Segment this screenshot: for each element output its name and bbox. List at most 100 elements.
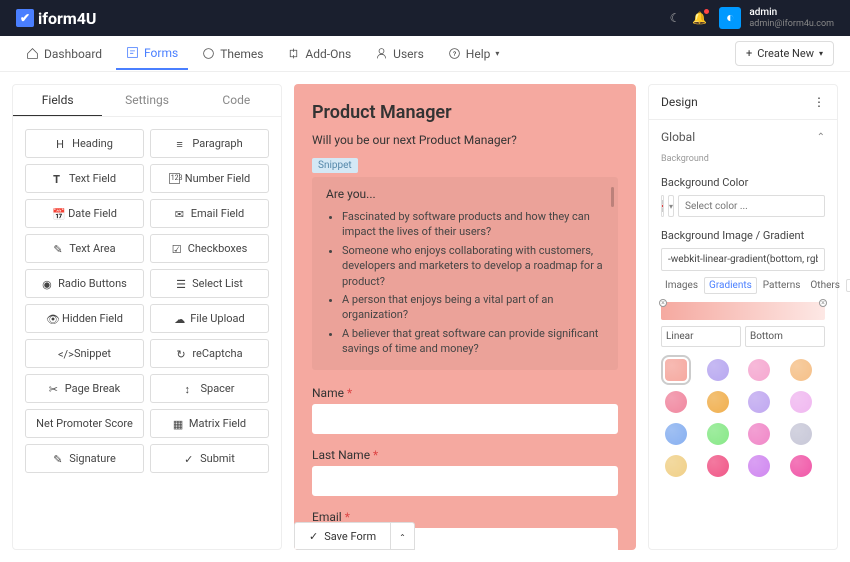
field-submit[interactable]: ✓Submit xyxy=(150,444,269,473)
form-canvas: Product Manager Will you be our next Pro… xyxy=(294,84,636,550)
notifications-icon[interactable]: 🔔 xyxy=(692,11,707,25)
logo-icon: ✔ xyxy=(16,9,34,27)
snippet-tag: Snippet xyxy=(312,158,358,173)
tab-gradients[interactable]: Gradients xyxy=(704,277,757,294)
gradient-swatch[interactable] xyxy=(790,455,812,477)
gradient-swatch[interactable] xyxy=(707,455,729,477)
gradient-swatch[interactable] xyxy=(665,455,687,477)
tab-others[interactable]: Others xyxy=(806,278,844,293)
field-snippet[interactable]: </>Snippet xyxy=(25,339,144,368)
field-nps[interactable]: Net Promoter Score xyxy=(25,409,144,438)
design-menu-icon[interactable]: ⋮ xyxy=(813,95,825,109)
gradient-swatch[interactable] xyxy=(790,391,812,413)
tab-settings[interactable]: Settings xyxy=(102,85,191,116)
tab-images[interactable]: Images xyxy=(661,278,702,293)
form-subtitle: Will you be our next Product Manager? xyxy=(312,133,618,147)
gradient-swatch[interactable] xyxy=(748,391,770,413)
field-date[interactable]: 📅Date Field xyxy=(25,199,144,228)
svg-text:?: ? xyxy=(453,50,456,58)
save-form-button[interactable]: ✓Save Form xyxy=(294,522,391,550)
field-radio[interactable]: ◉Radio Buttons xyxy=(25,269,144,298)
tab-fields[interactable]: Fields xyxy=(13,85,102,116)
gradient-swatch[interactable] xyxy=(707,391,729,413)
gradient-type-select[interactable]: Linear xyxy=(661,326,741,347)
field-matrix[interactable]: ▦Matrix Field xyxy=(150,409,269,438)
theme-toggle-icon[interactable]: ☾ xyxy=(670,11,681,25)
gradient-swatch[interactable] xyxy=(790,359,812,381)
field-signature[interactable]: ✎Signature xyxy=(25,444,144,473)
field-spacer[interactable]: ↕Spacer xyxy=(150,374,269,403)
gradient-swatch[interactable] xyxy=(665,391,687,413)
chevron-down-icon: ▾ xyxy=(819,49,823,58)
gradient-stop-left[interactable]: × xyxy=(659,299,667,307)
bg-color-label: Background Color xyxy=(661,176,825,189)
nav-dashboard[interactable]: Dashboard xyxy=(16,38,112,70)
field-upload[interactable]: ☁File Upload xyxy=(150,304,269,333)
gradient-swatch[interactable] xyxy=(748,423,770,445)
snippet-box[interactable]: Are you... Fascinated by software produc… xyxy=(312,177,618,370)
color-swatch[interactable] xyxy=(661,195,664,217)
gradient-swatch[interactable] xyxy=(790,423,812,445)
gradient-stop-right[interactable]: × xyxy=(819,299,827,307)
input-name[interactable] xyxy=(312,404,618,434)
addons-icon xyxy=(287,47,300,60)
color-input[interactable] xyxy=(678,195,825,217)
collapse-icon[interactable]: ⌃ xyxy=(846,279,850,292)
label-name: Name * xyxy=(312,386,618,400)
chevron-up-icon: ⌃ xyxy=(399,533,406,542)
background-label: Background xyxy=(649,154,837,168)
snippet-bullet: A believer that great software can provi… xyxy=(342,326,604,357)
brand-text: iform4U xyxy=(38,9,96,28)
input-lastname[interactable] xyxy=(312,466,618,496)
field-pagebreak[interactable]: ✂Page Break xyxy=(25,374,144,403)
themes-icon xyxy=(202,47,215,60)
field-textarea[interactable]: ✎Text Area xyxy=(25,234,144,263)
field-recaptcha[interactable]: ↻reCaptcha xyxy=(150,339,269,368)
snippet-bullet: Fascinated by software products and how … xyxy=(342,209,604,240)
color-dropdown[interactable]: ▾ xyxy=(668,195,674,217)
forms-icon xyxy=(126,46,139,59)
gradient-swatch[interactable] xyxy=(748,359,770,381)
fields-panel: Fields Settings Code HHeading ≡Paragraph… xyxy=(12,84,282,550)
users-icon xyxy=(375,47,388,60)
field-select[interactable]: ☰Select List xyxy=(150,269,269,298)
field-hidden[interactable]: 👁Hidden Field xyxy=(25,304,144,333)
user-email: admin@iform4u.com xyxy=(749,19,834,30)
gradient-swatch[interactable] xyxy=(665,423,687,445)
field-email[interactable]: ✉Email Field xyxy=(150,199,269,228)
nav-help[interactable]: ?Help ▾ xyxy=(438,38,510,70)
plus-icon: + xyxy=(746,47,752,60)
gradient-swatch[interactable] xyxy=(707,423,729,445)
nav-forms[interactable]: Forms xyxy=(116,38,188,70)
field-heading[interactable]: HHeading xyxy=(25,129,144,158)
user-name: admin xyxy=(749,7,834,19)
global-section-toggle[interactable]: Global ⌃ xyxy=(649,120,837,154)
check-icon: ✓ xyxy=(309,530,318,543)
field-paragraph[interactable]: ≡Paragraph xyxy=(150,129,269,158)
help-icon: ? xyxy=(448,47,461,60)
gradient-direction-select[interactable]: Bottom xyxy=(745,326,825,347)
tab-patterns[interactable]: Patterns xyxy=(759,278,805,293)
save-dropdown[interactable]: ⌃ xyxy=(391,522,415,550)
tab-code[interactable]: Code xyxy=(192,85,281,116)
field-text[interactable]: 𝐓Text Field xyxy=(25,164,144,193)
bg-image-label: Background Image / Gradient xyxy=(661,229,825,242)
snippet-bullet: Someone who enjoys collaborating with cu… xyxy=(342,243,604,289)
gradient-swatch[interactable] xyxy=(665,359,687,381)
label-lastname: Last Name * xyxy=(312,448,618,462)
nav-themes[interactable]: Themes xyxy=(192,38,273,70)
field-checkboxes[interactable]: ☑Checkboxes xyxy=(150,234,269,263)
gradient-preview[interactable]: × × xyxy=(661,302,825,320)
logo[interactable]: ✔ iform4U xyxy=(16,9,96,28)
field-number[interactable]: 123Number Field xyxy=(150,164,269,193)
gradient-input[interactable] xyxy=(661,248,825,271)
design-title: Design xyxy=(661,95,698,109)
form-title: Product Manager xyxy=(312,102,618,123)
home-icon xyxy=(26,47,39,60)
user-menu[interactable]: ◐ admin admin@iform4u.com xyxy=(719,7,834,30)
gradient-swatch[interactable] xyxy=(707,359,729,381)
nav-users[interactable]: Users xyxy=(365,38,434,70)
create-new-button[interactable]: + Create New ▾ xyxy=(735,41,834,66)
gradient-swatch[interactable] xyxy=(748,455,770,477)
nav-addons[interactable]: Add-Ons xyxy=(277,38,361,70)
